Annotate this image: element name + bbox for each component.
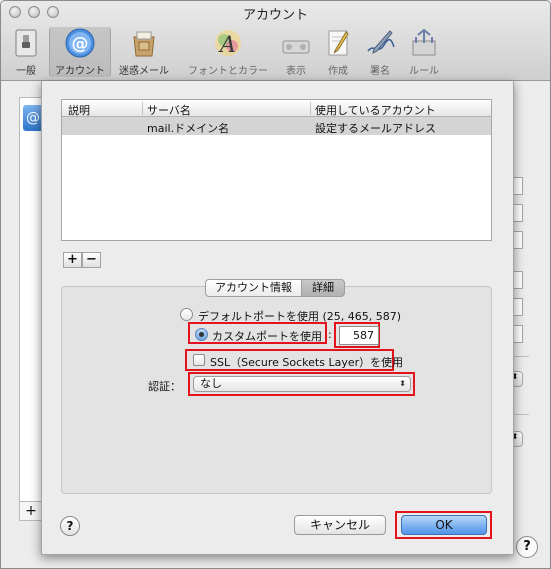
general-switch-icon: [15, 29, 37, 57]
accounts-window: アカウント 一般 @ アカウント 迷惑メール A フォントとカラー 表示 作成 …: [0, 0, 551, 569]
window-title: アカウント: [242, 8, 308, 23]
table-row[interactable]: mail.ドメイン名 設定するメールアドレス: [62, 117, 491, 135]
tab-account-info[interactable]: アカウント情報: [205, 279, 302, 297]
bg-help-button[interactable]: ?: [516, 536, 538, 558]
remove-server-button[interactable]: −: [82, 252, 101, 268]
toolbar-junk-label: 迷惑メール: [119, 66, 169, 77]
column-header-description[interactable]: 説明: [68, 102, 90, 118]
tab-advanced[interactable]: 詳細: [301, 279, 345, 297]
svg-text:A: A: [218, 33, 236, 58]
toolbar-fonts-colors[interactable]: A フォントとカラー: [188, 27, 268, 77]
accounts-list[interactable]: [19, 97, 43, 521]
custom-port-colon: :: [328, 328, 332, 341]
smtp-server-table[interactable]: 説明 サーバ名 使用しているアカウント mail.ドメイン名 設定するメールアド…: [61, 99, 492, 241]
signature-pen-icon: [367, 30, 395, 54]
cell-in-use-by: 設定するメールアドレス: [315, 122, 436, 135]
toolbar-fonts-colors-label: フォントとカラー: [188, 66, 268, 77]
popup-arrows-icon: ⬍: [399, 379, 406, 388]
custom-port-label[interactable]: カスタムポートを使用: [212, 328, 322, 344]
accounts-add-button[interactable]: +: [19, 501, 43, 521]
toolbar-rules-label: ルール: [409, 66, 439, 77]
port-number-field[interactable]: 587: [339, 326, 379, 345]
at-sign-icon: @: [65, 28, 95, 58]
help-button[interactable]: ?: [60, 516, 80, 536]
toolbar-accounts[interactable]: @ アカウント: [49, 27, 111, 77]
column-separator: [310, 102, 311, 115]
titlebar: アカウント 一般 @ アカウント 迷惑メール A フォントとカラー 表示 作成 …: [1, 1, 550, 81]
svg-text:@: @: [72, 34, 89, 54]
toolbar-rules[interactable]: ルール: [393, 27, 455, 77]
toolbar-junk[interactable]: 迷惑メール: [113, 27, 175, 77]
column-header-in-use-by[interactable]: 使用しているアカウント: [315, 102, 436, 118]
toolbar-accounts-label: アカウント: [55, 66, 105, 77]
ok-button[interactable]: OK: [401, 515, 487, 535]
column-separator: [142, 102, 143, 115]
font-a-icon: A: [215, 30, 241, 58]
ssl-label[interactable]: SSL（Secure Sockets Layer）を使用: [210, 354, 403, 370]
account-list-at-icon[interactable]: @: [23, 105, 43, 131]
auth-popup[interactable]: なし ⬍: [193, 376, 411, 392]
default-port-radio[interactable]: [180, 308, 193, 321]
junk-bag-icon: [133, 31, 155, 57]
rules-arrows-icon: [412, 28, 436, 56]
add-server-button[interactable]: +: [63, 252, 82, 268]
custom-port-radio[interactable]: [195, 328, 208, 341]
smtp-server-sheet: 説明 サーバ名 使用しているアカウント mail.ドメイン名 設定するメールアド…: [41, 81, 514, 555]
ssl-checkbox[interactable]: [193, 354, 205, 366]
table-header: 説明 サーバ名 使用しているアカウント: [62, 100, 491, 117]
cell-server-name: mail.ドメイン名: [147, 122, 230, 135]
column-header-server-name[interactable]: サーバ名: [147, 102, 191, 118]
auth-popup-value: なし: [200, 377, 222, 390]
cancel-button[interactable]: キャンセル: [294, 515, 386, 535]
auth-label: 認証：: [148, 380, 181, 393]
